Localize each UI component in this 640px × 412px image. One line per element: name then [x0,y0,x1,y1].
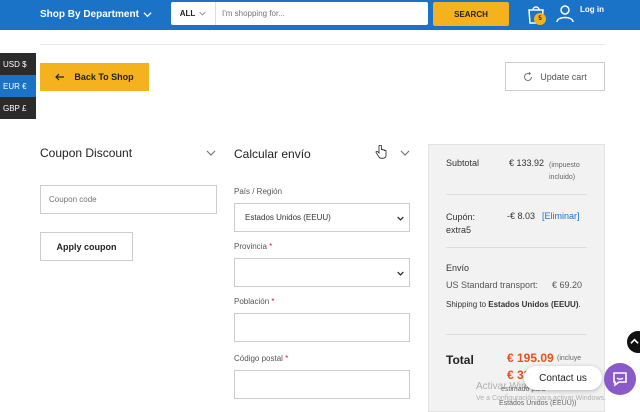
currency-usd[interactable]: USD $ [0,53,36,75]
windows-activation-watermark-text: Ve a Configuración para activar Windows. [476,395,606,402]
shipping-calculator-title: Calcular envío [234,147,311,161]
update-cart-label: Update cart [540,71,587,82]
arrow-left-icon [55,73,65,81]
city-label: Población * [234,297,275,306]
coupon-title: Coupon Discount [40,146,133,160]
subtotal-tax-note: (impuesto incluido) [549,162,580,181]
total-value: € 195.09 [507,351,554,365]
required-mark: * [269,242,273,251]
search-input[interactable] [216,9,416,18]
chevron-down-icon [397,216,404,221]
shipping-destination: Shipping to Estados Unidos (EEUU). [446,300,581,309]
back-to-shop-button[interactable]: Back To Shop [40,63,149,91]
chevron-down-icon[interactable] [206,148,216,158]
shipping-method: US Standard transport: [446,280,539,290]
back-to-shop-label: Back To Shop [74,72,134,82]
country-select-value: Estados Unidos (EEUU) [245,213,331,222]
total-tax-note: (incluye [557,355,582,362]
totals-divider [446,247,587,248]
shipping-to-text: Shipping to [446,300,487,309]
chevron-down-icon [143,12,152,18]
required-mark: * [285,354,289,363]
apply-coupon-button[interactable]: Apply coupon [40,232,133,261]
subtotal-value: € 133.92 [509,158,545,168]
search-bar: ALL [171,2,428,25]
shipping-label: Envío [446,263,470,273]
coupon-code-input[interactable] [40,185,217,214]
chevron-down-icon[interactable] [400,148,410,158]
search-button[interactable]: SEARCH [433,2,509,26]
state-label-text: Provincia [234,242,267,251]
totals-divider [446,194,587,195]
login-link[interactable]: Log in [580,5,604,14]
refresh-icon [524,71,533,81]
shipping-to-country: Estados Unidos (EEUU) [488,300,579,309]
shop-by-department-menu[interactable]: Shop By Department [40,9,152,20]
user-icon[interactable] [555,3,575,23]
currency-gbp[interactable]: GBP £ [0,97,36,119]
state-label: Provincia * [234,242,272,251]
top-header: Shop By Department ALL SEARCH 5 Log in [0,0,640,30]
city-input[interactable] [234,313,410,342]
scroll-to-top-button[interactable] [627,331,640,353]
search-category-label: ALL [179,9,196,18]
hand-pointer-icon [375,145,387,159]
subtotal-label: Subtotal [446,158,480,168]
remove-coupon-link[interactable]: [Eliminar] [542,211,580,221]
chat-icon [613,372,627,387]
department-label: Shop By Department [40,9,139,20]
totals-divider [446,334,587,335]
postcode-label: Código postal * [234,354,288,363]
country-label: País / Región [234,187,283,196]
search-category-select[interactable]: ALL [171,2,216,25]
cart-count-badge: 5 [534,13,546,25]
state-select[interactable] [234,258,410,287]
update-cart-button[interactable]: Update cart [505,62,605,91]
city-label-text: Población [234,297,270,306]
postcode-label-text: Código postal [234,354,283,363]
header-divider [40,44,605,45]
chevron-up-icon [630,338,639,344]
coupon-applied-label: Cupón: extra5 [446,212,476,235]
chevron-down-icon [199,11,206,16]
currency-eur[interactable]: EUR € [0,75,36,97]
coupon-applied-value: -€ 8.03 [507,211,536,221]
country-select[interactable]: Estados Unidos (EEUU) [234,203,410,232]
chevron-down-icon [397,271,404,276]
cart-page: Shop By Department ALL SEARCH 5 Log in U… [0,0,640,412]
contact-us-button[interactable] [604,363,636,395]
total-label: Total [446,353,474,367]
shipping-amount: € 69.20 [552,280,583,290]
contact-us-label[interactable]: Contact us [524,366,602,390]
postcode-input[interactable] [234,370,410,399]
required-mark: * [271,297,275,306]
